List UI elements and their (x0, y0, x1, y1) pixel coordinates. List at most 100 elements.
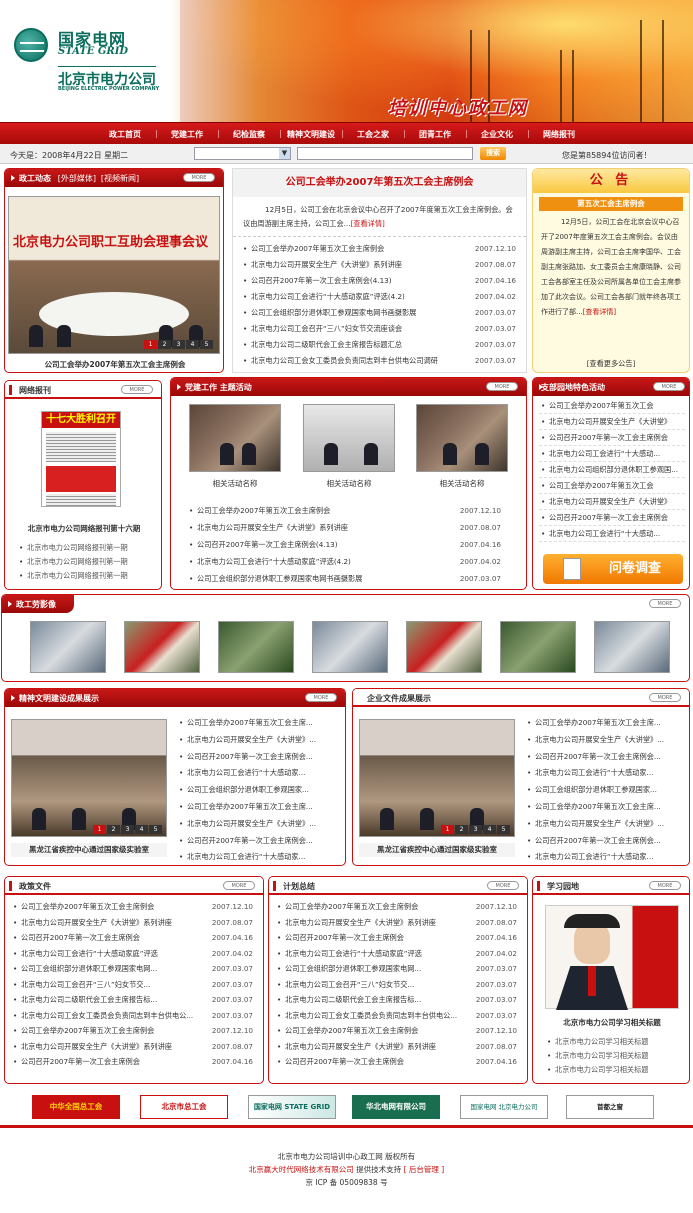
more-button[interactable]: MORE (653, 382, 685, 391)
gallery-thumbnail[interactable] (312, 621, 388, 673)
list-item[interactable]: 北京电力公司工会进行“十大感动家... (525, 765, 685, 782)
list-item[interactable]: 公司工会组织部分退休职工参观国家... (177, 782, 341, 799)
list-item[interactable]: 公司工会组织部分退休职工参观国家... (525, 782, 685, 799)
list-item[interactable]: 公司工会举办2007年第五次工会主席... (177, 715, 341, 732)
civil-caption[interactable]: 黑龙江省疾控中心通过国家级实验室 (11, 843, 167, 857)
page-button[interactable]: 5 (200, 340, 213, 349)
tech-company-link[interactable]: 北京赢大时代网络技术有限公司 (249, 1165, 354, 1174)
list-item[interactable]: 北京电力公司工会进行“十大感动... (539, 446, 685, 462)
nav-item[interactable]: 团青工作 (404, 123, 468, 146)
list-item[interactable]: 北京电力公司工会进行“十大感动家... (177, 849, 341, 865)
activity-caption[interactable]: 相关活动名称 (416, 478, 508, 489)
list-item[interactable]: 公司召开2007年第一次工会主席例会(4.13) 2007.04.16 (241, 273, 516, 289)
nav-item[interactable]: 纪检监察 (218, 123, 282, 146)
partner-link[interactable]: 首都之窗 www.beijing.gov.cn (566, 1095, 654, 1119)
search-button[interactable]: 搜索 (480, 147, 506, 160)
list-item[interactable]: 公司召开2007年第一次工会主席例会 (539, 430, 685, 446)
admin-link[interactable]: [ 后台管理 ] (404, 1165, 445, 1174)
list-item[interactable]: 公司工会举办2007年第五次工会主席例会 2007.12.10 (11, 1023, 253, 1039)
page-button[interactable]: 1 (93, 825, 106, 834)
list-item[interactable]: 北京电力公司工会进行“十大感动家... (177, 765, 341, 782)
list-item[interactable]: 北京电力公司开展安全生产《大讲堂》... (525, 816, 685, 833)
tab-video-news[interactable]: [视频新闻] (101, 174, 139, 183)
partner-link[interactable]: 北京市总工会 (140, 1095, 228, 1119)
list-item[interactable]: 公司工会举办2007年第五次工会 (539, 398, 685, 414)
list-item[interactable]: 北京市电力公司学习相关标题 (545, 1063, 685, 1077)
paper-cover[interactable]: 十七大胜利召开 (41, 411, 121, 507)
category-select[interactable]: ▼ (194, 147, 291, 160)
nav-item[interactable]: 企业文化 (466, 123, 530, 146)
list-item[interactable]: 北京电力公司开展安全生产《大讲堂》系列讲座 2007.08.07 (187, 519, 501, 536)
list-item[interactable]: 公司召开2007年第一次工会主席例会 2007.04.16 (11, 1054, 253, 1070)
list-item[interactable]: 北京电力公司开展安全生产《大讲堂》... (525, 732, 685, 749)
list-item[interactable]: 北京电力公司工会进行“十大感动家... (525, 849, 685, 865)
more-button[interactable]: MORE (487, 881, 519, 890)
list-item[interactable]: 公司工会组织部分退休职工参观国家电网... 2007.03.07 (275, 961, 517, 977)
more-button[interactable]: MORE (649, 881, 681, 890)
list-item[interactable]: 公司召开2007年第一次工会主席例会 2007.04.16 (275, 1054, 517, 1070)
list-item[interactable]: 北京电力公司开展安全生产《大讲堂》系列讲座 2007.08.07 (275, 1039, 517, 1055)
list-item[interactable]: 公司工会举办2007年第五次工会主席... (177, 799, 341, 816)
page-button[interactable]: 1 (144, 340, 157, 349)
activity-caption[interactable]: 相关活动名称 (303, 478, 395, 489)
more-button[interactable]: MORE (649, 599, 681, 608)
list-item[interactable]: 北京电力公司工会召开“三八”妇女节交流座谈会 2007.03.07 (241, 321, 516, 337)
list-item[interactable]: 公司工会举办2007年第五次工会主席例会 2007.12.10 (241, 241, 516, 257)
list-item[interactable]: 公司工会举办2007年第五次工会主席例会 2007.12.10 (275, 1023, 517, 1039)
gallery-thumbnail[interactable] (594, 621, 670, 673)
list-item[interactable]: 公司工会举办2007年第五次工会主席例会 2007.12.10 (11, 899, 253, 915)
corp-caption[interactable]: 黑龙江省疾控中心通过国家级实验室 (359, 843, 515, 857)
list-item[interactable]: 北京市电力公司网络报刊第一期 (17, 555, 157, 569)
page-button[interactable]: 4 (135, 825, 148, 834)
list-item[interactable]: 北京电力公司工会进行“十大感动家庭”评选 2007.04.02 (275, 946, 517, 962)
page-button[interactable]: 5 (149, 825, 162, 834)
list-item[interactable]: 公司召开2007年第一次工会主席例会... (525, 833, 685, 850)
search-input[interactable] (297, 147, 473, 160)
list-item[interactable]: 北京市电力公司学习相关标题 (545, 1035, 685, 1049)
list-item[interactable]: 北京电力公司开展安全生产《大讲堂》系列讲座 2007.08.07 (11, 1039, 253, 1055)
list-item[interactable]: 公司召开2007年第一次工会主席例会 (539, 510, 685, 526)
list-item[interactable]: 公司召开2007年第一次工会主席例会 2007.04.16 (11, 930, 253, 946)
gallery-thumbnail[interactable] (218, 621, 294, 673)
list-item[interactable]: 北京电力公司开展安全生产《大讲堂》系列讲座 2007.08.07 (11, 915, 253, 931)
page-button[interactable]: 2 (158, 340, 171, 349)
list-item[interactable]: 北京电力公司二级职代会工会主席报告标... 2007.03.07 (11, 992, 253, 1008)
list-item[interactable]: 北京电力公司组织部分退休职工参观国... (539, 462, 685, 478)
list-item[interactable]: 北京电力公司开展安全生产《大讲堂》系列讲座 2007.08.07 (241, 257, 516, 273)
page-button[interactable]: 4 (186, 340, 199, 349)
list-item[interactable]: 北京电力公司工会女工委员会负责同志到丰台供电公司调研 2007.03.07 (241, 353, 516, 369)
nav-item[interactable]: 网络报刊 (528, 123, 590, 146)
more-button[interactable]: MORE (183, 173, 215, 182)
page-button[interactable]: 2 (455, 825, 468, 834)
list-item[interactable]: 北京市电力公司网络报刊第一期 (17, 541, 157, 555)
list-item[interactable]: 北京电力公司工会进行“十大感动家庭”评选(4.2) 2007.04.02 (241, 289, 516, 305)
activity-photo[interactable] (303, 404, 395, 472)
study-photo[interactable] (545, 905, 679, 1010)
nav-item[interactable]: 工会之家 (342, 123, 406, 146)
more-button[interactable]: MORE (223, 881, 255, 890)
more-button[interactable]: MORE (486, 382, 518, 391)
list-item[interactable]: 北京电力公司工会召开“三八”妇女节交... 2007.03.07 (11, 977, 253, 993)
activity-caption[interactable]: 相关活动名称 (189, 478, 281, 489)
page-button[interactable]: 1 (441, 825, 454, 834)
partner-link[interactable]: 华北电网有限公司 (352, 1095, 440, 1119)
page-button[interactable]: 3 (121, 825, 134, 834)
survey-button[interactable]: 问卷调查 (543, 554, 683, 584)
activity-photo[interactable] (416, 404, 508, 472)
headline-title[interactable]: 公司工会举办2007年第五次工会主席例会 (233, 169, 526, 197)
page-button[interactable]: 3 (469, 825, 482, 834)
study-caption[interactable]: 北京市电力公司学习相关标题 (533, 1017, 689, 1028)
more-button[interactable]: MORE (121, 385, 153, 394)
news-caption[interactable]: 公司工会举办2007年第五次工会主席例会 (5, 359, 223, 370)
list-item[interactable]: 公司召开2007年第一次工会主席例会... (525, 749, 685, 766)
more-button[interactable]: MORE (649, 693, 681, 702)
page-button[interactable]: 3 (172, 340, 185, 349)
list-item[interactable]: 北京电力公司二级职代会工会主席报告标题汇总 2007.03.07 (241, 337, 516, 353)
list-item[interactable]: 公司工会举办2007年第五次工会主席例会 2007.12.10 (187, 502, 501, 519)
list-item[interactable]: 公司工会组织部分退休职工参观国家电网... 2007.03.07 (11, 961, 253, 977)
list-item[interactable]: 公司召开2007年第一次工会主席例会 2007.04.16 (275, 930, 517, 946)
list-item[interactable]: 北京电力公司开展安全生产《大讲堂》 (539, 494, 685, 510)
list-item[interactable]: 公司工会举办2007年第五次工会主席例会 2007.12.10 (275, 899, 517, 915)
page-button[interactable]: 4 (483, 825, 496, 834)
list-item[interactable]: 公司召开2007年第一次工会主席例会... (177, 833, 341, 850)
